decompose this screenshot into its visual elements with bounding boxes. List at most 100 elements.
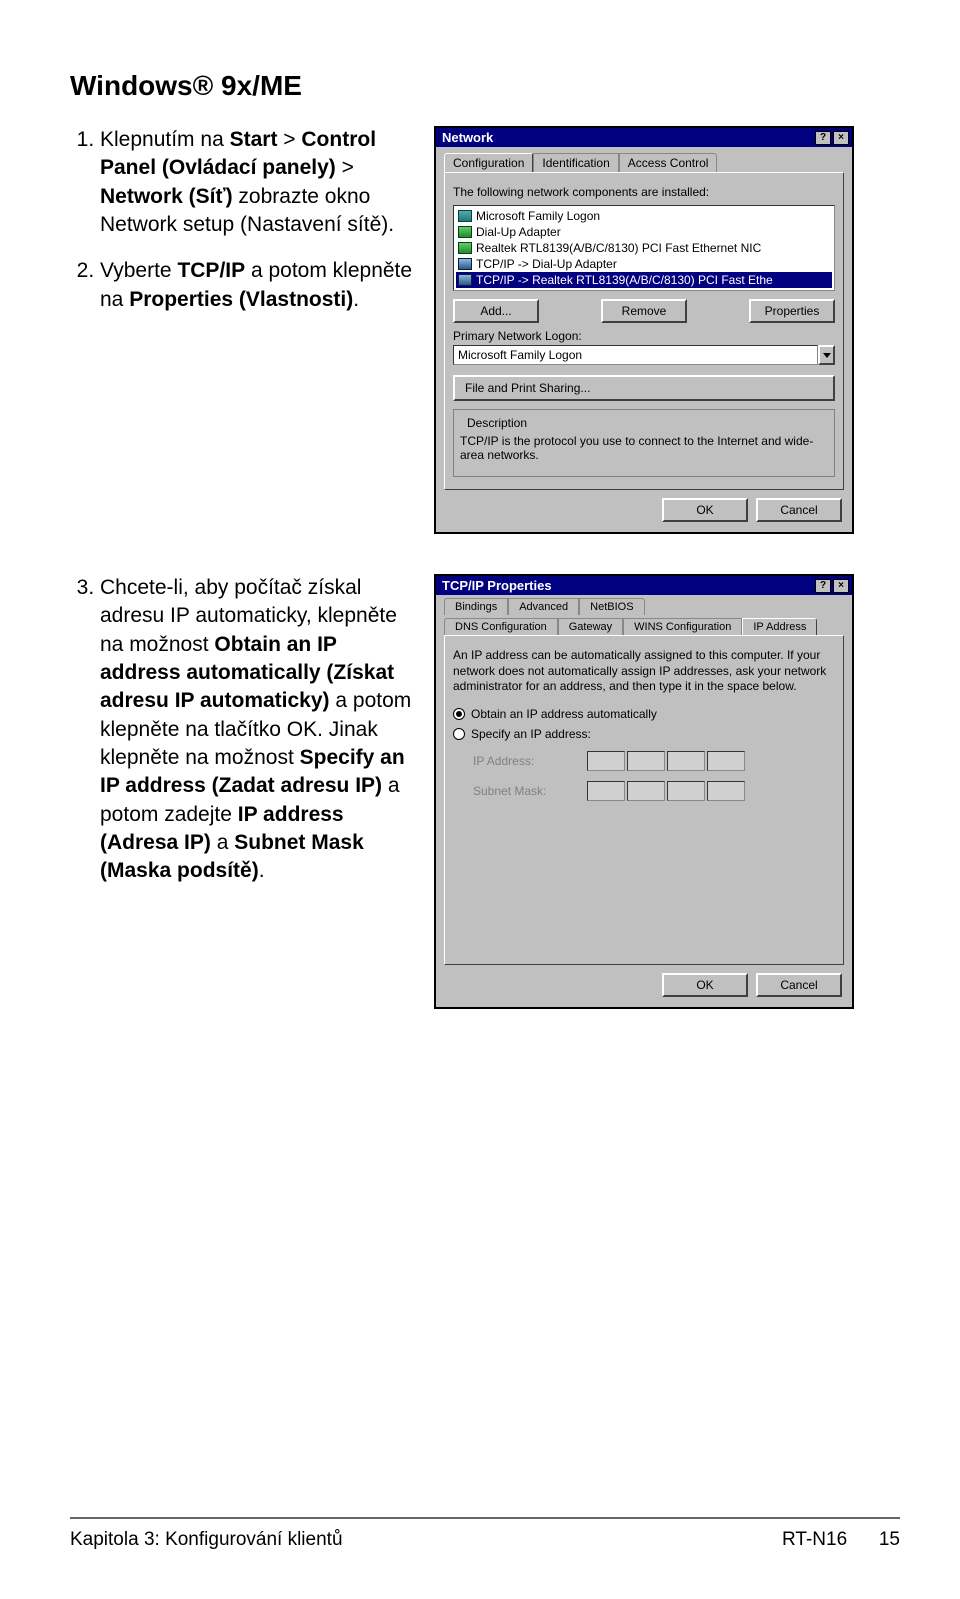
step-text: > (336, 156, 354, 179)
network-dialog-column: Network ? × Configuration Identification… (434, 126, 900, 534)
primary-logon-label: Primary Network Logon: (453, 329, 835, 343)
titlebar: TCP/IP Properties ? × (436, 576, 852, 595)
steps-1-2: Klepnutím na Start > Control Panel (Ovlá… (70, 126, 420, 332)
ip-octet (627, 781, 665, 801)
page-footer: Kapitola 3: Konfigurování klientů RT-N16… (70, 1517, 900, 1551)
list-item[interactable]: Microsoft Family Logon (456, 208, 832, 224)
ip-octet (587, 751, 625, 771)
tabs-row2: DNS Configuration Gateway WINS Configura… (436, 615, 852, 635)
description-group: Description TCP/IP is the protocol you u… (453, 409, 835, 477)
tab-bindings[interactable]: Bindings (444, 598, 508, 615)
ip-assign-help: An IP address can be automatically assig… (453, 648, 835, 695)
file-print-sharing-button[interactable]: File and Print Sharing... (453, 375, 835, 401)
tab-netbios[interactable]: NetBIOS (579, 598, 644, 615)
list-item-label: Realtek RTL8139(A/B/C/8130) PCI Fast Eth… (476, 241, 761, 255)
protocol-icon (458, 258, 472, 270)
description-text: TCP/IP is the protocol you use to connec… (460, 434, 828, 470)
list-item[interactable]: TCP/IP -> Dial-Up Adapter (456, 256, 832, 272)
tab-panel: The following network components are ins… (444, 172, 844, 490)
close-icon[interactable]: × (833, 131, 849, 145)
step-text: Vyberte (100, 259, 177, 282)
radio-dot-icon (453, 708, 465, 720)
step-text: . (259, 859, 265, 882)
radio-specify[interactable]: Specify an IP address: (453, 727, 835, 741)
bold-properties: Properties (Vlastnosti) (129, 288, 353, 311)
cancel-button[interactable]: Cancel (756, 498, 842, 522)
tab-panel: An IP address can be automatically assig… (444, 635, 844, 965)
list-item[interactable]: Dial-Up Adapter (456, 224, 832, 240)
list-item-label: Dial-Up Adapter (476, 225, 561, 239)
radio-dot-icon (453, 728, 465, 740)
ip-octet (667, 781, 705, 801)
tab-advanced[interactable]: Advanced (508, 598, 579, 615)
ip-octet (587, 781, 625, 801)
step-1: Klepnutím na Start > Control Panel (Ovlá… (100, 126, 420, 239)
add-button[interactable]: Add... (453, 299, 539, 323)
bold-start: Start (230, 128, 278, 151)
protocol-icon (458, 274, 472, 286)
client-icon (458, 210, 472, 222)
ok-button[interactable]: OK (662, 973, 748, 997)
step-3-col: Chcete-li, aby počítač získal adresu IP … (70, 574, 420, 904)
ip-address-row: IP Address: (473, 751, 835, 771)
tab-dns[interactable]: DNS Configuration (444, 618, 558, 635)
adapter-icon (458, 242, 472, 254)
step-3: Chcete-li, aby počítač získal adresu IP … (100, 574, 420, 886)
block-2: Chcete-li, aby počítač získal adresu IP … (70, 574, 900, 1009)
subnet-mask-input (587, 781, 745, 801)
tcpip-properties-dialog: TCP/IP Properties ? × Bindings Advanced … (434, 574, 854, 1009)
remove-button[interactable]: Remove (601, 299, 687, 323)
step-text: Klepnutím na (100, 128, 230, 151)
cancel-button[interactable]: Cancel (756, 973, 842, 997)
component-buttons: Add... Remove Properties (453, 299, 835, 323)
tab-access-control[interactable]: Access Control (619, 153, 718, 172)
ip-address-label: IP Address: (473, 754, 563, 768)
footer-chapter-label: Kapitola 3: Konfigurování klientů (70, 1529, 343, 1551)
primary-logon-value: Microsoft Family Logon (453, 345, 818, 365)
tabs-row1: Bindings Advanced NetBIOS (436, 595, 852, 615)
ip-address-input (587, 751, 745, 771)
description-label: Description (464, 416, 530, 430)
bold-tcpip: TCP/IP (177, 259, 245, 282)
close-icon[interactable]: × (833, 579, 849, 593)
network-dialog: Network ? × Configuration Identification… (434, 126, 854, 534)
list-item[interactable]: Realtek RTL8139(A/B/C/8130) PCI Fast Eth… (456, 240, 832, 256)
adapter-icon (458, 226, 472, 238)
radio-obtain-label: Obtain an IP address automatically (471, 707, 657, 721)
chevron-down-icon[interactable] (818, 345, 835, 365)
step-text: a (211, 831, 234, 854)
footer-page-number: 15 (879, 1529, 900, 1550)
ok-button[interactable]: OK (662, 498, 748, 522)
help-icon[interactable]: ? (815, 579, 831, 593)
tab-identification[interactable]: Identification (533, 153, 618, 172)
list-item-selected[interactable]: TCP/IP -> Realtek RTL8139(A/B/C/8130) PC… (456, 272, 832, 288)
list-item-label: Microsoft Family Logon (476, 209, 600, 223)
ip-octet (627, 751, 665, 771)
radio-obtain[interactable]: Obtain an IP address automatically (453, 707, 835, 721)
subnet-mask-row: Subnet Mask: (473, 781, 835, 801)
dialog-footer-buttons: OK Cancel (436, 490, 852, 526)
ip-octet (707, 751, 745, 771)
footer-model: RT-N16 (782, 1529, 847, 1550)
ip-octet (667, 751, 705, 771)
tab-configuration[interactable]: Configuration (444, 153, 533, 172)
step-text: > (277, 128, 301, 151)
page-title: Windows® 9x/ME (70, 70, 900, 102)
dialog-title: Network (442, 130, 493, 145)
bold-network: Network (Síť) (100, 185, 233, 208)
installed-components-label: The following network components are ins… (453, 185, 835, 199)
tcpip-dialog-column: TCP/IP Properties ? × Bindings Advanced … (434, 574, 900, 1009)
block-1: Klepnutím na Start > Control Panel (Ovlá… (70, 126, 900, 534)
tab-ip-address[interactable]: IP Address (742, 618, 817, 635)
titlebar: Network ? × (436, 128, 852, 147)
properties-button[interactable]: Properties (749, 299, 835, 323)
step-2: Vyberte TCP/IP a potom klepněte na Prope… (100, 257, 420, 314)
subnet-mask-label: Subnet Mask: (473, 784, 563, 798)
help-icon[interactable]: ? (815, 131, 831, 145)
tabs: Configuration Identification Access Cont… (436, 147, 852, 172)
list-item-label: TCP/IP -> Dial-Up Adapter (476, 257, 617, 271)
tab-wins[interactable]: WINS Configuration (623, 618, 742, 635)
primary-logon-combobox[interactable]: Microsoft Family Logon (453, 345, 835, 365)
components-listbox[interactable]: Microsoft Family Logon Dial-Up Adapter R… (453, 205, 835, 291)
tab-gateway[interactable]: Gateway (558, 618, 623, 635)
